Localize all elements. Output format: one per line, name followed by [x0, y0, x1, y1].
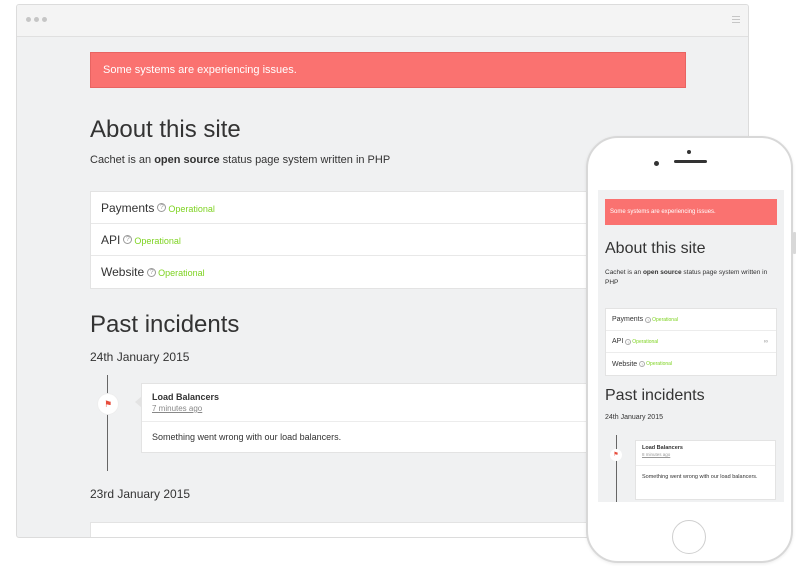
incident-header: Load Balancers 8 minutes ago	[636, 441, 775, 466]
link-icon[interactable]: ∞	[764, 339, 768, 345]
component-row-website: Website ? Operational	[606, 353, 776, 375]
intro-text-start: Cachet is an	[605, 269, 643, 276]
help-icon[interactable]: ?	[625, 338, 632, 345]
component-row-api: API ? Operational ∞	[606, 331, 776, 353]
timeline-line	[107, 375, 108, 471]
status-alert-banner: Some systems are experiencing issues.	[605, 199, 777, 225]
sensor-icon	[654, 161, 659, 166]
speaker-icon	[674, 160, 707, 163]
intro-text-end: status page system written in PHP	[219, 154, 391, 166]
past-incidents-title: Past incidents	[605, 387, 705, 404]
component-status: Operational	[134, 235, 181, 246]
component-name: API	[101, 232, 121, 247]
incident-date: 24th January 2015	[90, 350, 190, 364]
past-incidents-title: Past incidents	[90, 311, 240, 338]
status-alert-banner: Some systems are experiencing issues.	[90, 52, 686, 88]
component-name: Website	[612, 360, 638, 368]
mobile-phone-frame: Some systems are experiencing issues. Ab…	[586, 136, 796, 563]
incident-date: 23rd January 2015	[90, 487, 191, 501]
help-icon[interactable]: ?	[147, 267, 157, 277]
mobile-screen: Some systems are experiencing issues. Ab…	[598, 190, 784, 502]
incident-title: Load Balancers	[642, 445, 683, 451]
browser-toolbar	[17, 5, 748, 37]
help-icon[interactable]: ?	[645, 316, 652, 323]
help-icon[interactable]: ?	[157, 203, 167, 212]
component-status: Operational	[632, 338, 659, 345]
help-icon[interactable]: ?	[123, 235, 133, 244]
intro-text: Cachet is an open source status page sys…	[605, 268, 781, 288]
component-status: Operational	[168, 203, 215, 214]
window-dot-icon[interactable]	[34, 17, 39, 22]
component-status: Operational	[646, 361, 673, 367]
help-icon[interactable]: ?	[639, 361, 646, 367]
component-list: Payments ? Operational API ? Operational…	[605, 308, 777, 376]
component-status: Operational	[158, 268, 205, 278]
intro-bold-text: open source	[642, 269, 682, 276]
component-name: Payments	[101, 200, 155, 215]
component-name: Website	[101, 265, 145, 279]
page-title: About this site	[605, 240, 706, 257]
component-name: API	[612, 338, 624, 345]
component-row-payments: Payments ? Operational	[606, 309, 776, 331]
timeline-line	[616, 435, 617, 502]
incident-card: Load Balancers 8 minutes ago Something w…	[635, 440, 776, 500]
side-button	[793, 232, 796, 254]
window-dot-icon[interactable]	[42, 17, 47, 22]
flag-icon: ⚑	[98, 394, 118, 414]
intro-text-start: Cachet is an	[90, 154, 155, 166]
flag-icon: ⚑	[610, 449, 622, 461]
incident-date: 24th January 2015	[605, 414, 663, 421]
window-controls[interactable]	[26, 17, 47, 22]
component-status: Operational	[652, 316, 678, 323]
window-dot-icon[interactable]	[26, 17, 31, 22]
intro-text: Cachet is an open source status page sys…	[90, 154, 390, 166]
component-name: Payments	[612, 316, 644, 323]
home-button[interactable]	[672, 520, 706, 554]
intro-bold-text: open source	[154, 154, 220, 166]
hamburger-icon[interactable]	[732, 16, 740, 25]
incident-message: Something went wrong with our load balan…	[642, 474, 758, 480]
incident-timestamp[interactable]: 8 minutes ago	[642, 452, 769, 457]
camera-icon	[687, 150, 691, 154]
page-title: About this site	[90, 116, 241, 143]
